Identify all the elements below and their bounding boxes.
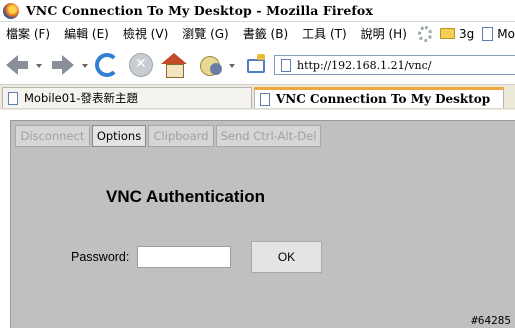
menu-go[interactable]: 瀏覽 (G) [182,25,228,42]
forward-arrow-icon[interactable] [50,53,76,77]
clipboard-button[interactable]: Clipboard [148,125,214,147]
page-content: Disconnect Options Clipboard Send Ctrl-A… [0,110,515,328]
ok-button[interactable]: OK [251,241,322,273]
menu-bar: 檔案 (F) 編輯 (E) 檢視 (V) 瀏覽 (G) 書籤 (B) 工具 (T… [0,22,515,45]
window-title: VNC Connection To My Desktop - Mozilla F… [26,3,373,18]
menu-view[interactable]: 檢視 (V) [123,25,168,42]
disconnect-button[interactable]: Disconnect [15,125,90,147]
menu-bookmarks[interactable]: 書籤 (B) [243,25,288,42]
menu-file[interactable]: 檔案 (F) [6,25,50,42]
stop-icon[interactable] [129,53,153,77]
auth-title: VNC Authentication [106,187,265,206]
bookmark-mo[interactable]: Mo [482,26,515,41]
tab-vnc[interactable]: VNC Connection To My Desktop [254,87,504,108]
url-bar[interactable] [274,55,515,75]
tab-bar: Mobile01-發表新主題 VNC Connection To My Desk… [0,85,515,109]
throbber-icon [417,25,433,42]
watermark: #64285 [471,314,511,327]
navigation-toolbar [0,45,515,85]
forward-dropdown-icon[interactable] [82,64,88,68]
page-icon [8,91,18,105]
firefox-logo-icon [3,2,19,19]
tab-mobile01[interactable]: Mobile01-發表新主題 [2,87,252,108]
send-ctrl-alt-del-button[interactable]: Send Ctrl-Alt-Del [216,125,321,147]
history-dropdown-icon[interactable] [229,64,235,68]
tab-label: VNC Connection To My Desktop [276,92,491,106]
title-bar: VNC Connection To My Desktop - Mozilla F… [0,0,515,22]
home-icon[interactable] [161,53,187,78]
page-icon [281,58,291,72]
history-icon[interactable] [198,53,224,77]
options-button[interactable]: Options [92,125,146,147]
back-arrow-icon[interactable] [4,53,30,77]
page-icon [260,92,270,106]
bookmark-3g[interactable]: 3g [440,27,474,41]
url-input[interactable] [297,58,507,72]
page-icon [482,26,494,41]
menu-help[interactable]: 說明 (H) [361,25,407,42]
vnc-applet: Disconnect Options Clipboard Send Ctrl-A… [10,120,515,328]
site-identity-icon[interactable] [244,53,266,75]
back-dropdown-icon[interactable] [36,64,42,68]
folder-icon [440,28,456,39]
menu-edit[interactable]: 編輯 (E) [64,25,109,42]
tab-label: Mobile01-發表新主題 [24,91,139,105]
bookmark-label: Mo [497,26,515,41]
reload-icon[interactable] [95,53,119,77]
password-label: Password: [71,250,130,264]
bookmark-label: 3g [459,26,475,41]
menu-tools[interactable]: 工具 (T) [302,25,347,42]
password-field[interactable] [137,246,231,268]
